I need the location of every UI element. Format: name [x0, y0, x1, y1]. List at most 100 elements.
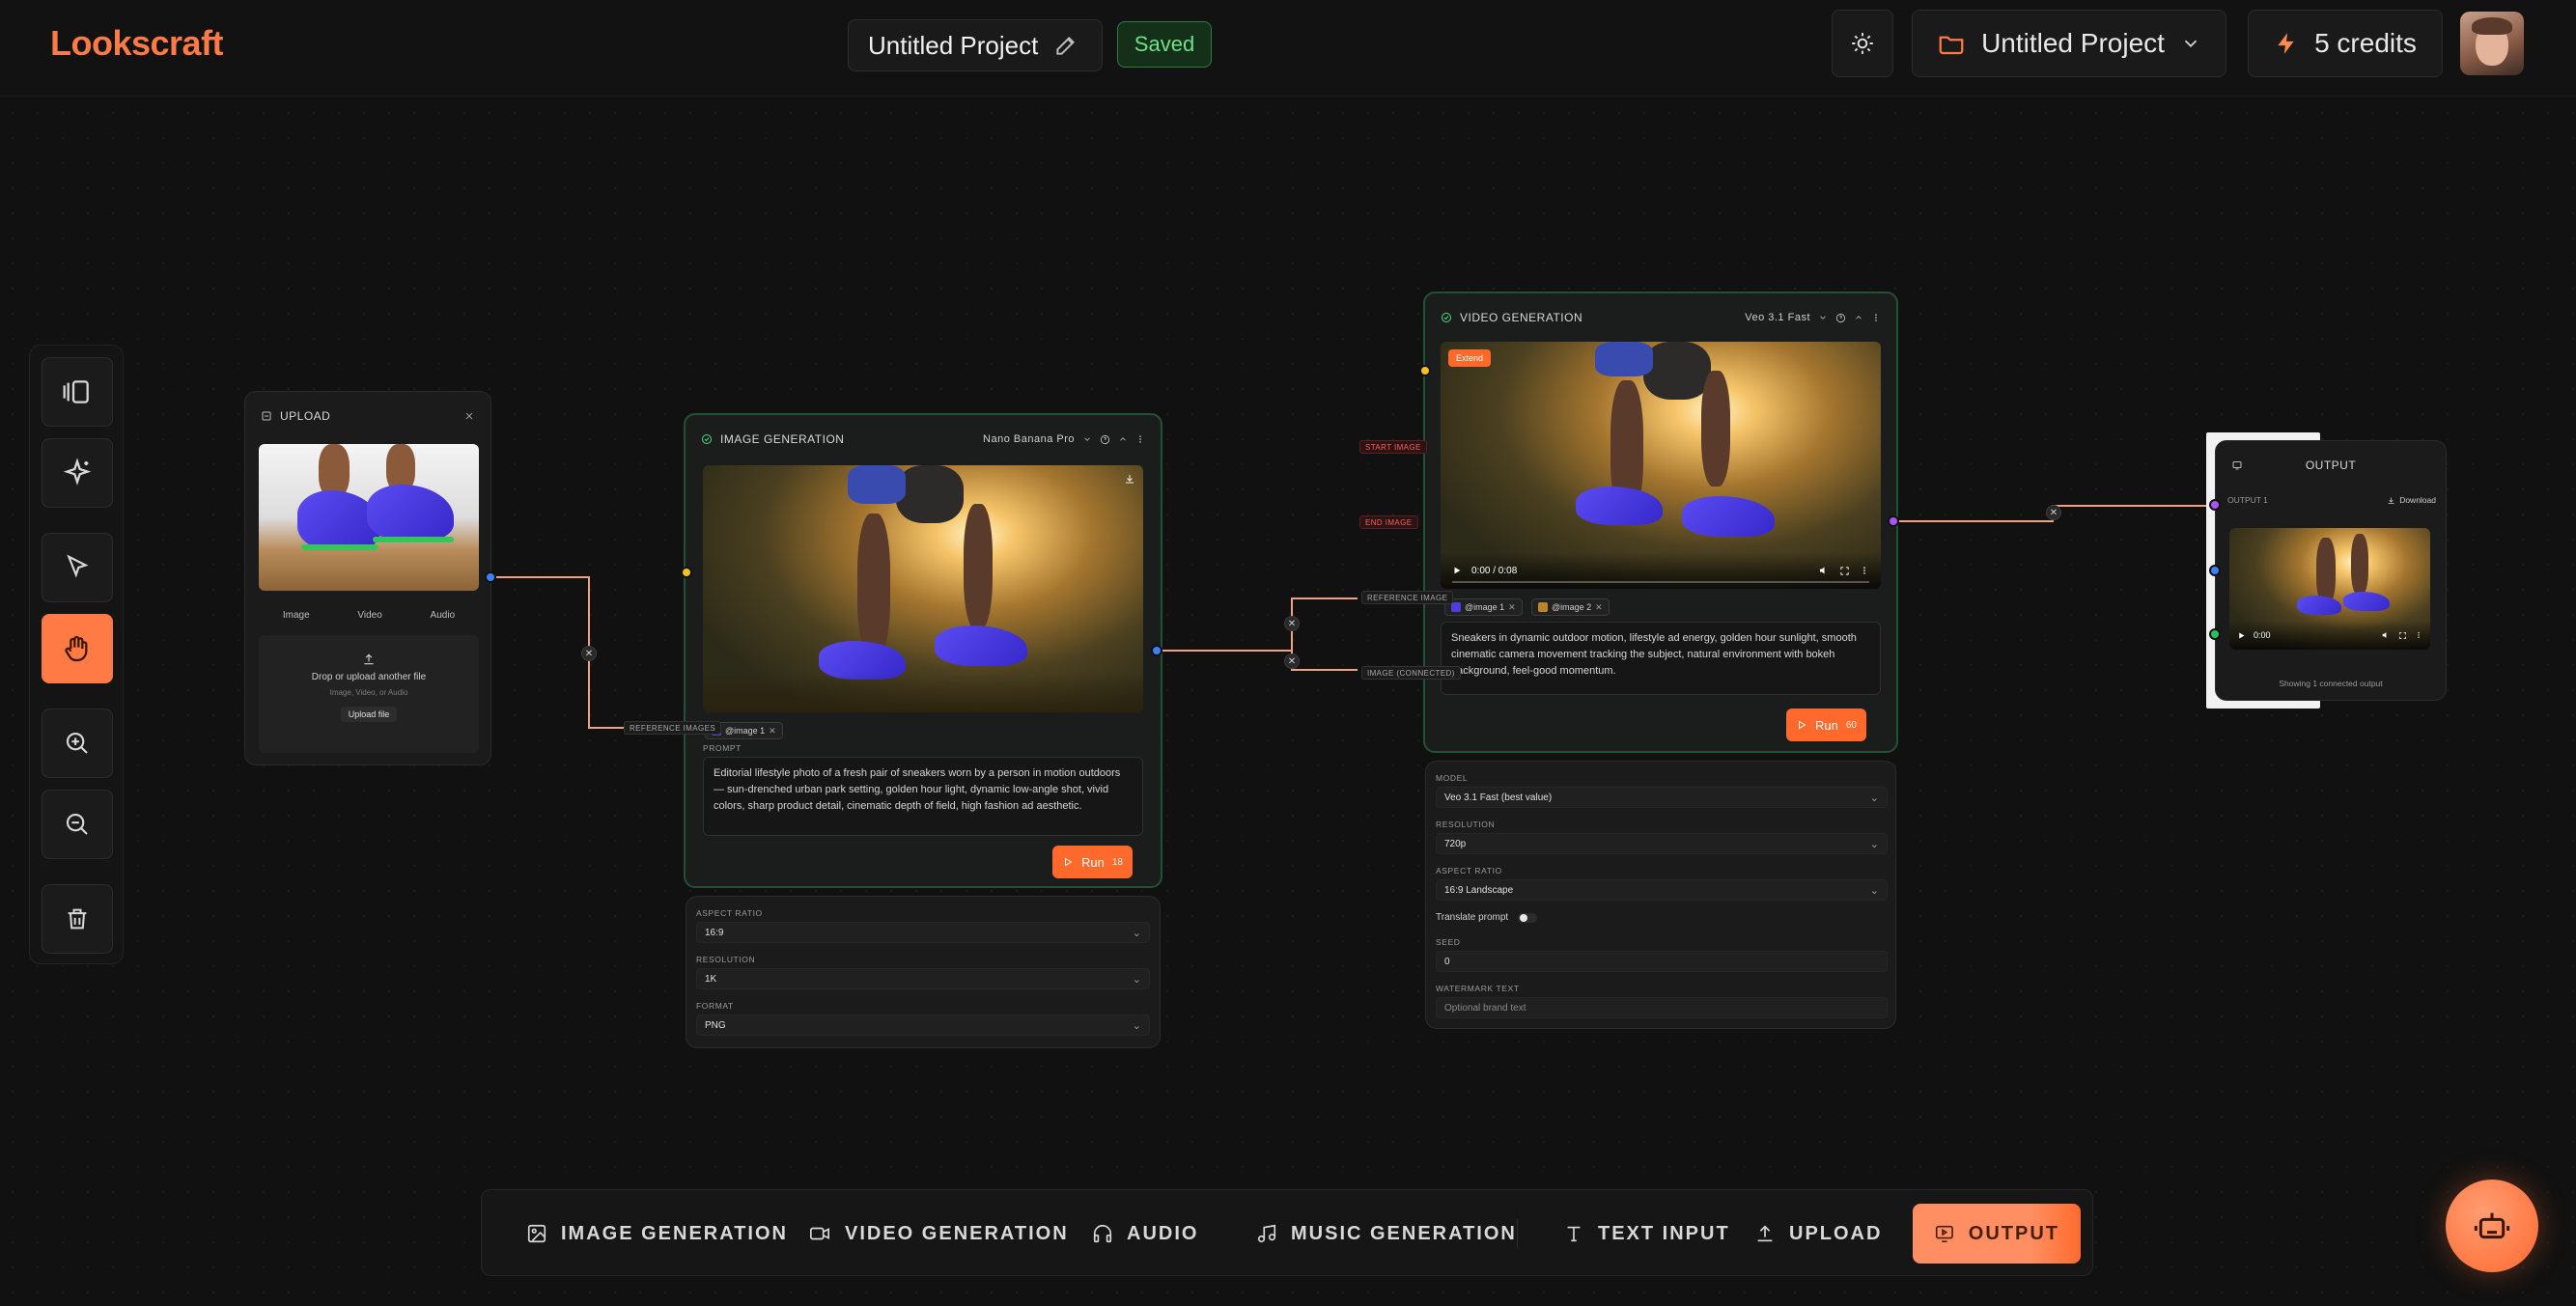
watermark-input[interactable]: Optional brand text	[1436, 997, 1888, 1018]
output-input-port-blue[interactable]	[2209, 565, 2221, 576]
resolution-value: 1K	[705, 973, 717, 985]
video-gen-output-port[interactable]	[1888, 515, 1899, 527]
disconnect-edge-button[interactable]: ✕	[2046, 505, 2061, 520]
chevron-down-icon	[1820, 316, 1826, 320]
video-generation-node[interactable]: VIDEO GENERATION Veo 3.1 Fast Extend 0:0…	[1423, 292, 1898, 753]
upload-tab-video[interactable]: Video	[357, 610, 381, 621]
add-text-input-button[interactable]: TEXT INPUT	[1542, 1204, 1751, 1264]
fullscreen-icon[interactable]	[2398, 631, 2407, 640]
image-ref-tag-label: @image 1	[725, 726, 766, 736]
chevron-down-icon	[1084, 437, 1090, 441]
close-icon[interactable]	[463, 410, 475, 422]
folder-icon	[1939, 36, 1964, 55]
upload-file-button[interactable]: Upload file	[340, 707, 398, 722]
project-title-field[interactable]: Untitled Project	[848, 19, 1103, 71]
upload-tab-audio[interactable]: Audio	[431, 610, 456, 621]
video-ref-tag-1[interactable]: @image 1 ✕	[1444, 598, 1523, 616]
video-aspect-select[interactable]: 16:9 Landscape ⌄	[1436, 879, 1888, 901]
disconnect-edge-button[interactable]: ✕	[1284, 653, 1300, 669]
generated-video[interactable]: Extend 0:00 / 0:08	[1441, 342, 1881, 589]
video-progress-bar[interactable]	[1452, 581, 1869, 583]
add-audio-button[interactable]: AUDIO	[1071, 1204, 1219, 1264]
hand-tool-button[interactable]	[42, 614, 113, 683]
seed-input[interactable]: 0	[1436, 951, 1888, 972]
output-input-port-green[interactable]	[2209, 628, 2221, 640]
aspect-ratio-select[interactable]: 16:9 ⌄	[696, 922, 1150, 943]
upload-node[interactable]: UPLOAD Image Video Audio Drop or upload …	[244, 391, 491, 765]
upload-dropzone[interactable]: Drop or upload another file Image, Video…	[259, 635, 479, 753]
volume-icon[interactable]	[1818, 565, 1830, 576]
image-run-button[interactable]: Run 18	[1052, 846, 1133, 878]
add-output-button[interactable]: OUTPUT	[1913, 1204, 2081, 1264]
translate-prompt-toggle[interactable]	[1518, 912, 1538, 923]
output-video[interactable]: 0:00	[2229, 528, 2430, 650]
disconnect-edge-button[interactable]: ✕	[581, 646, 597, 661]
download-icon[interactable]	[1124, 473, 1135, 485]
format-select[interactable]: PNG ⌄	[696, 1014, 1150, 1036]
zoom-in-button[interactable]	[42, 709, 113, 778]
format-label: FORMAT	[696, 1001, 734, 1011]
image-generation-node[interactable]: IMAGE GENERATION Nano Banana Pro @image …	[684, 413, 1162, 888]
help-icon[interactable]	[1100, 434, 1110, 445]
add-upload-button[interactable]: UPLOAD	[1733, 1204, 1903, 1264]
image-prompt-textarea[interactable]: Editorial lifestyle photo of a fresh pai…	[703, 757, 1143, 836]
volume-icon[interactable]	[2381, 630, 2391, 640]
more-vertical-icon[interactable]	[1135, 434, 1145, 444]
project-menu-button[interactable]: Untitled Project	[1912, 10, 2226, 77]
select-tool-button[interactable]	[42, 533, 113, 602]
add-music-generation-button[interactable]: MUSIC GENERATION	[1235, 1204, 1538, 1264]
toggle-sidebar-button[interactable]	[42, 357, 113, 427]
extend-badge[interactable]: Extend	[1448, 349, 1492, 367]
video-run-button[interactable]: Run 60	[1786, 709, 1866, 741]
zoom-out-icon	[66, 813, 88, 835]
user-avatar[interactable]	[2460, 12, 2524, 75]
fullscreen-icon[interactable]	[1839, 566, 1850, 576]
delete-button[interactable]	[42, 884, 113, 954]
more-vertical-icon[interactable]	[1871, 313, 1881, 322]
more-vertical-icon[interactable]	[2415, 631, 2422, 639]
video-gen-model-select[interactable]: Veo 3.1 Fast	[1745, 312, 1810, 323]
image-gen-model-select[interactable]: Nano Banana Pro	[983, 433, 1075, 445]
theme-toggle-button[interactable]	[1832, 10, 1893, 77]
output-input-port-purple[interactable]	[2209, 499, 2221, 511]
disconnect-edge-button[interactable]: ✕	[1284, 616, 1300, 631]
video-icon	[810, 1227, 829, 1240]
video-ref-tag-2[interactable]: @image 2 ✕	[1531, 598, 1610, 616]
output-video-controls[interactable]: 0:00	[2229, 621, 2430, 650]
video-ref-tag-1-label: @image 1	[1465, 602, 1505, 612]
text-input-label: TEXT INPUT	[1598, 1222, 1730, 1244]
help-icon[interactable]	[1835, 313, 1846, 323]
video-prompt-textarea[interactable]: Sneakers in dynamic outdoor motion, life…	[1441, 622, 1881, 695]
headphones-icon	[1093, 1225, 1112, 1243]
image-gen-input-port[interactable]	[681, 567, 692, 578]
assistant-bot-button[interactable]	[2446, 1180, 2538, 1272]
left-toolbar	[29, 345, 124, 964]
credits-button[interactable]: 5 credits	[2248, 10, 2443, 77]
video-resolution-select[interactable]: 720p ⌄	[1436, 833, 1888, 854]
play-icon[interactable]	[2237, 631, 2246, 640]
resolution-select[interactable]: 1K ⌄	[696, 968, 1150, 989]
zoom-out-button[interactable]	[42, 790, 113, 859]
video-gen-input-port[interactable]	[1419, 365, 1431, 376]
chevron-up-icon[interactable]	[1118, 434, 1128, 444]
resolution-label: RESOLUTION	[696, 955, 756, 964]
dropzone-subtext: Image, Video, or Audio	[329, 688, 408, 697]
pencil-icon[interactable]	[1053, 33, 1078, 58]
image-icon	[527, 1224, 546, 1243]
chevron-up-icon[interactable]	[1854, 313, 1863, 322]
upload-output-port[interactable]	[485, 571, 496, 583]
upload-tab-image[interactable]: Image	[283, 610, 310, 621]
model-select[interactable]: Veo 3.1 Fast (best value) ⌄	[1436, 787, 1888, 808]
video-controls[interactable]: 0:00 / 0:08	[1441, 552, 1881, 589]
aspect-ratio-label: ASPECT RATIO	[696, 908, 763, 918]
output-node[interactable]: OUTPUT OUTPUT 1 Download 0:00 Showing 1 …	[2215, 440, 2447, 701]
upload-type-tabs: Image Video Audio	[259, 610, 479, 621]
seed-value: 0	[1444, 956, 1450, 967]
ai-sparkle-button[interactable]	[42, 438, 113, 508]
add-video-generation-button[interactable]: VIDEO GENERATION	[787, 1204, 1090, 1264]
add-image-generation-button[interactable]: IMAGE GENERATION	[505, 1204, 809, 1264]
image-gen-output-port[interactable]	[1151, 645, 1162, 656]
output-download-button[interactable]: Download	[2387, 495, 2436, 505]
play-icon[interactable]	[1452, 566, 1462, 575]
more-vertical-icon[interactable]	[1860, 566, 1869, 575]
